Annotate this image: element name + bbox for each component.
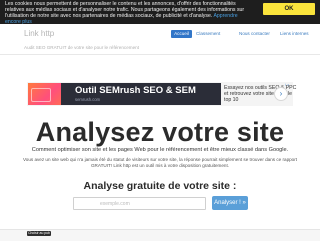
analysis-form-title: Analyse gratuite de votre site : [83, 180, 237, 192]
hero-paragraph: Vous avez un site web qui n'a jamais été… [22, 157, 298, 168]
ad-title[interactable]: Outil SEMrush SEO & SEM [75, 85, 196, 96]
cookie-ok-button[interactable]: OK [263, 3, 315, 15]
semrush-logo-icon [28, 83, 61, 105]
ad-banner[interactable]: Outil SEMrush SEO & SEM semrush.com Essa… [27, 82, 296, 106]
ad-domain: semrush.com [75, 97, 101, 102]
ad-choice-badge[interactable]: Choisir au pub [27, 231, 51, 236]
nav-accueil[interactable]: Accueil [171, 30, 192, 38]
chevron-right-icon[interactable]: › [274, 87, 288, 101]
hero-title: Analysez votre site [35, 117, 285, 147]
site-brand[interactable]: Link http [24, 29, 54, 38]
cookie-banner: Les cookies nous permettent de personnal… [0, 0, 320, 25]
header-divider [0, 54, 320, 55]
site-tagline: Audit SEO GRATUIT de votre site pour le … [24, 45, 139, 50]
analyse-button[interactable]: Analyser ! » [212, 196, 248, 210]
nav-liens-internes[interactable]: Liens internes [280, 31, 309, 36]
nav-contact[interactable]: Nous contacter [239, 31, 270, 36]
ad-close-icon[interactable]: i × [285, 82, 289, 87]
nav-classement[interactable]: Classement [196, 31, 220, 36]
url-input[interactable] [73, 197, 206, 210]
cookie-text: Les cookies nous permettent de personnal… [5, 1, 245, 19]
hero-subtitle: Comment optimiser son site et les pages … [31, 147, 289, 153]
